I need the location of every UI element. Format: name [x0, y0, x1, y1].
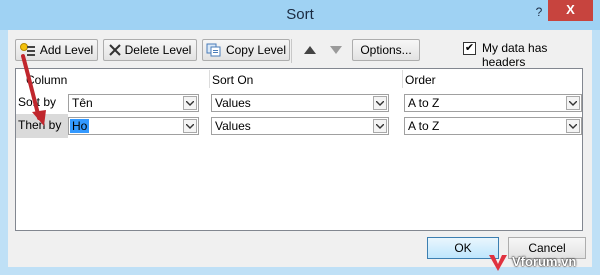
headers-checkbox-label: My data has headers — [482, 41, 548, 69]
toolbar-separator — [291, 39, 292, 63]
row-label: Then by — [18, 118, 62, 132]
order-header: Order — [405, 73, 436, 87]
add-level-label: Add Level — [39, 43, 94, 57]
order-select-value: A to Z — [408, 96, 440, 110]
help-button[interactable]: ? — [531, 3, 547, 21]
column-select[interactable]: Ho — [68, 117, 199, 135]
sort-on-select[interactable]: Values — [211, 94, 389, 112]
window-title: Sort — [286, 6, 314, 23]
arrow-up-icon — [304, 46, 316, 54]
header-divider — [209, 70, 210, 88]
options-button[interactable]: Options... — [352, 39, 420, 61]
row-label: Sort by — [18, 95, 57, 109]
arrow-down-icon — [330, 46, 342, 54]
chevron-down-icon[interactable] — [566, 119, 580, 133]
sort-level-row[interactable]: Sort by Tên Values A to Z — [16, 91, 582, 115]
column-select-value: Tên — [72, 96, 93, 110]
headers-checkbox[interactable]: ✔ — [463, 42, 476, 55]
add-level-button[interactable]: Add Level — [15, 39, 98, 61]
column-header: Column — [26, 73, 68, 87]
order-select-value: A to Z — [408, 119, 440, 133]
sort-level-row[interactable]: Then by Ho Values A to Z — [16, 114, 582, 138]
watermark-text: Vforum.vn — [512, 254, 577, 269]
title-bar: Sort ? X — [0, 0, 600, 30]
sort-on-select-value: Values — [215, 119, 251, 133]
chevron-down-icon[interactable] — [183, 96, 197, 110]
order-select[interactable]: A to Z — [404, 117, 582, 135]
copy-level-button[interactable]: Copy Level — [202, 39, 290, 61]
sort-levels-grid: Column Sort On Order Sort by Tên Values … — [15, 68, 583, 231]
dialog-body: Add Level Delete Level Copy Level Option… — [8, 30, 592, 267]
watermark-logo-icon — [489, 254, 507, 271]
chevron-down-icon[interactable] — [373, 119, 387, 133]
move-up-button[interactable] — [298, 39, 322, 61]
copy-icon — [206, 43, 222, 57]
order-select[interactable]: A to Z — [404, 94, 582, 112]
delete-level-label: Delete Level — [124, 43, 192, 57]
move-down-button[interactable] — [324, 39, 348, 61]
watermark: Vforum.vn — [487, 248, 600, 275]
copy-level-label: Copy Level — [225, 43, 287, 57]
chevron-down-icon[interactable] — [373, 96, 387, 110]
column-select-value: Ho — [70, 119, 90, 133]
add-level-icon — [19, 43, 36, 57]
sort-on-select[interactable]: Values — [211, 117, 389, 135]
chevron-down-icon[interactable] — [566, 96, 580, 110]
sort-on-select-value: Values — [215, 96, 251, 110]
options-label: Options... — [360, 43, 412, 57]
chevron-down-icon[interactable] — [183, 119, 197, 133]
header-divider — [402, 70, 403, 88]
column-select[interactable]: Tên — [68, 94, 199, 112]
sort-on-header: Sort On — [212, 73, 254, 87]
close-button[interactable]: X — [548, 0, 593, 21]
delete-level-button[interactable]: Delete Level — [103, 39, 197, 61]
delete-icon — [108, 44, 121, 56]
